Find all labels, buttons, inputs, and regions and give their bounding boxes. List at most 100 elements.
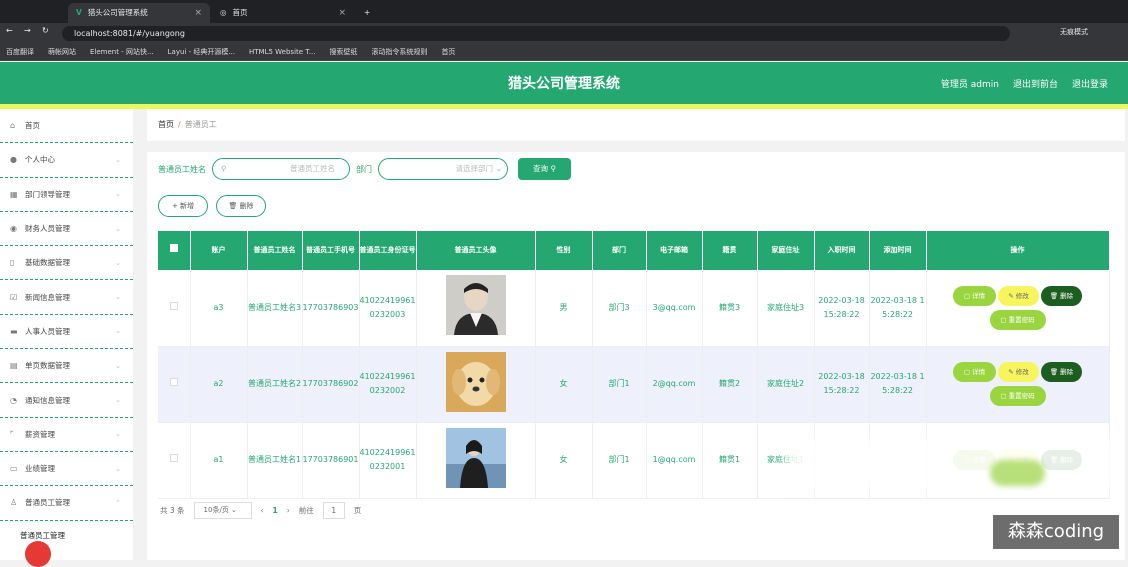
- add-button[interactable]: + 新增: [158, 195, 208, 217]
- avatar-photo-puppy: [445, 351, 506, 412]
- close-icon[interactable]: ×: [194, 3, 202, 23]
- select-all-checkbox[interactable]: [169, 244, 178, 252]
- sidebar-item-hr[interactable]: ▬ 人事人员管理 ⌄: [0, 315, 133, 350]
- cell-phone: 17703786901: [302, 422, 360, 499]
- table-header-row: 账户 普通员工姓名 普通员工手机号 普通员工身份证号 普通员工头像 性别 部门 …: [158, 231, 1110, 270]
- row-checkbox[interactable]: [169, 378, 178, 386]
- cursor-indicator: [25, 541, 51, 567]
- url-input[interactable]: localhost:8081/#/yuangong: [62, 26, 1010, 41]
- prev-page-icon[interactable]: ‹: [261, 506, 264, 515]
- reload-icon[interactable]: ↻: [42, 26, 49, 35]
- column-header: 籍贯: [702, 231, 758, 270]
- detail-button[interactable]: ▢ 详情: [953, 362, 996, 382]
- close-icon[interactable]: ×: [338, 3, 346, 23]
- pin-icon: ◉: [10, 224, 17, 234]
- bookmark[interactable]: 滚动指令系统规则: [371, 47, 427, 57]
- cell-idcard: 410224199610232002: [359, 346, 417, 423]
- dept-select[interactable]: 请选择部门 ⌄: [378, 158, 508, 180]
- logout-link[interactable]: 退出登录: [1072, 77, 1108, 90]
- reset-password-button[interactable]: ▢ 重置密码: [989, 386, 1046, 406]
- cell-name: 普通员工姓名1: [247, 422, 303, 499]
- cell-origin: 籍贯3: [702, 270, 758, 347]
- name-search-input[interactable]: ⚲ 普通员工姓名: [212, 158, 350, 180]
- bookmark[interactable]: 首页: [441, 47, 455, 57]
- sidebar-item-home[interactable]: ⌂ 首页: [0, 109, 133, 144]
- column-header: 普通员工头像: [416, 231, 536, 270]
- delete-button[interactable]: 🗑 删除: [216, 195, 266, 217]
- page-size-select[interactable]: 10条/页 ⌄: [193, 502, 252, 519]
- bookmark[interactable]: Layui - 经典开源模...: [168, 47, 235, 57]
- bookmark[interactable]: 百度翻译: [6, 47, 34, 57]
- column-header: 普通员工手机号: [302, 231, 360, 270]
- page-number[interactable]: 1: [273, 506, 278, 515]
- query-button[interactable]: 查询 ⚲: [518, 158, 571, 180]
- sidebar-item-single-page[interactable]: ▤ 单页数据管理 ⌄: [0, 349, 133, 384]
- sidebar-item-base-data[interactable]: ▯ 基础数据管理 ⌄: [0, 246, 133, 281]
- bookmark[interactable]: 搜索壁纸: [329, 47, 357, 57]
- browser-tab-active[interactable]: V 猎头公司管理系统 ×: [68, 3, 210, 23]
- bookmark[interactable]: Element - 网站快...: [90, 47, 154, 57]
- page-unit-label: 页: [353, 506, 362, 515]
- action-bar: + 新增 🗑 删除: [158, 195, 266, 217]
- column-header: 部门: [592, 231, 647, 270]
- chevron-up-icon: ⌃: [115, 498, 121, 507]
- app-header: 猎头公司管理系统 管理员 admin 退出到前台 退出登录: [0, 62, 1128, 104]
- reset-password-button[interactable]: ▢ 重置密码: [989, 309, 1046, 330]
- sidebar-subitem-employee-mgmt[interactable]: 普通员工管理: [0, 521, 133, 551]
- goto-page-input[interactable]: 1: [322, 502, 345, 519]
- chevron-down-icon: ⌄: [115, 464, 121, 473]
- sidebar-item-notice[interactable]: ◔ 通知信息管理 ⌄: [0, 383, 133, 418]
- watermark: 森森coding: [993, 515, 1119, 549]
- back-icon[interactable]: ←: [6, 26, 13, 35]
- cell-account: a3: [190, 270, 248, 347]
- search-icon: ⚲: [550, 164, 556, 173]
- grid-icon: ▦: [10, 189, 18, 199]
- dept-label: 部门: [356, 164, 372, 174]
- row-checkbox[interactable]: [169, 301, 178, 310]
- sidebar-item-dept-leaders[interactable]: ▦ 部门领导管理 ⌄: [0, 178, 133, 212]
- column-header: 家庭住址: [757, 231, 815, 270]
- chevron-down-icon: ⌄: [115, 430, 121, 439]
- forward-icon[interactable]: →: [24, 26, 31, 35]
- bookmark[interactable]: 萌帐网站: [48, 47, 76, 57]
- detail-button[interactable]: ▢ 详情: [953, 285, 996, 306]
- cell-dept: 部门1: [592, 422, 647, 499]
- browser-tab[interactable]: ◎ 首页 ×: [212, 3, 354, 23]
- cell-account: a2: [190, 346, 248, 423]
- person-icon: ♙: [10, 498, 18, 508]
- sidebar-item-news[interactable]: ☑ 新闻信息管理 ⌄: [0, 280, 133, 315]
- delete-button[interactable]: 🗑 删除: [1041, 285, 1082, 306]
- next-page-icon[interactable]: ›: [287, 506, 290, 515]
- column-header: 性别: [535, 231, 593, 270]
- sidebar-item-profile[interactable]: ● 个人中心 ⌄: [0, 143, 133, 178]
- trash-icon: 🗑: [228, 202, 238, 210]
- frame-icon: ⌜: [10, 429, 14, 439]
- sidebar-item-employees[interactable]: ♙ 普通员工管理 ⌃: [0, 486, 133, 521]
- cell-avatar: [416, 270, 536, 347]
- blurred-button: [990, 460, 1045, 486]
- chevron-down-icon: ⌄: [115, 293, 121, 302]
- vue-icon: V: [76, 8, 82, 17]
- new-tab-button[interactable]: +: [356, 3, 376, 23]
- column-header: 操作: [926, 231, 1110, 270]
- breadcrumb-current: 普通员工: [184, 120, 217, 129]
- home-icon: ⌂: [10, 121, 16, 131]
- delete-button[interactable]: 🗑 删除: [1041, 362, 1082, 382]
- profile-label[interactable]: 无痕模式: [1060, 27, 1088, 37]
- chevron-down-icon: ⌄: [231, 506, 237, 514]
- edit-button[interactable]: ✎ 修改: [998, 362, 1039, 382]
- cell-gender: 女: [535, 346, 593, 423]
- bookmarks-bar: 百度翻译 萌帐网站 Element - 网站快... Layui - 经典开源模…: [0, 43, 1128, 61]
- bookmark[interactable]: HTML5 Website T...: [249, 48, 315, 56]
- sidebar-item-performance[interactable]: ▭ 业绩管理 ⌄: [0, 452, 133, 487]
- tab-title: 猎头公司管理系统: [87, 8, 148, 17]
- breadcrumb-home[interactable]: 首页: [158, 120, 174, 129]
- globe-icon: ◎: [220, 8, 227, 17]
- chat-icon: ▭: [10, 464, 18, 474]
- back-to-front-link[interactable]: 退出到前台: [1013, 77, 1058, 90]
- sidebar-item-finance[interactable]: ◉ 财务人员管理 ⌄: [0, 212, 133, 247]
- row-checkbox[interactable]: [169, 454, 178, 462]
- edit-button[interactable]: ✎ 修改: [998, 285, 1039, 306]
- chevron-down-icon: ⌄: [115, 327, 121, 336]
- sidebar-item-salary[interactable]: ⌜ 薪资管理 ⌄: [0, 418, 133, 452]
